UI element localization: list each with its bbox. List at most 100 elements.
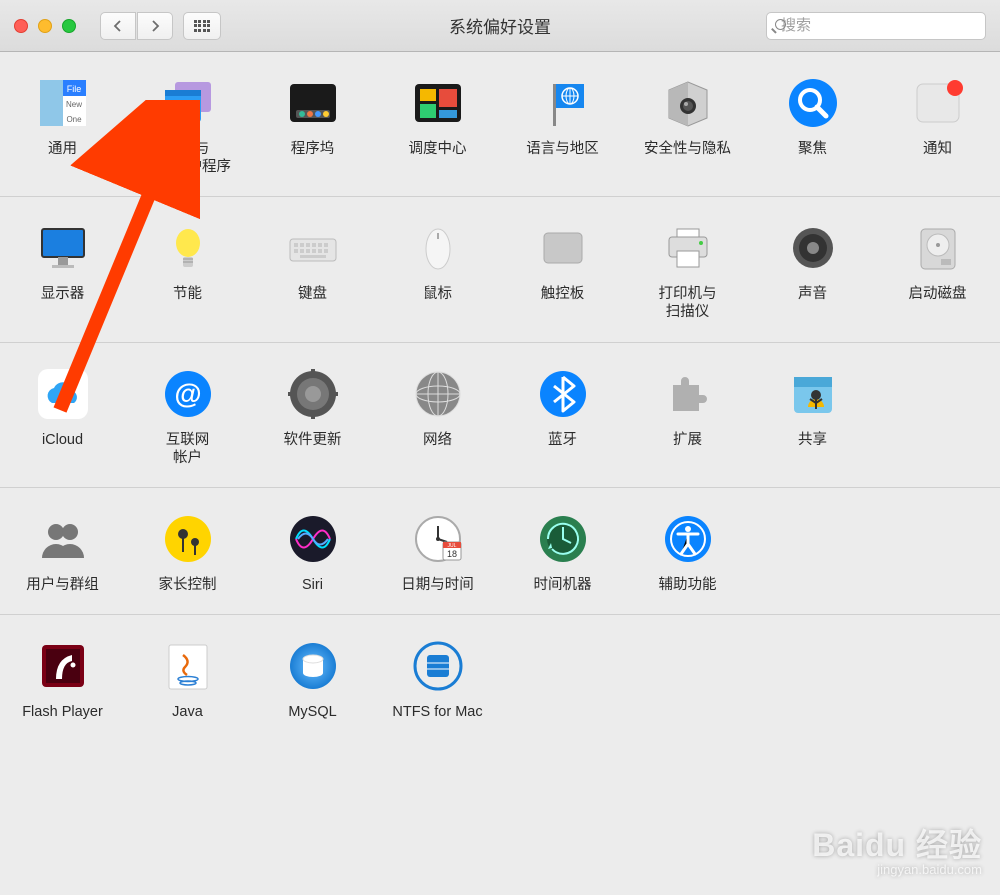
datetime-icon: JUL18 (411, 512, 465, 566)
dock-icon (286, 76, 340, 130)
svg-text:18: 18 (446, 549, 456, 559)
pref-java[interactable]: Java (125, 639, 250, 721)
software-update-icon (286, 367, 340, 421)
show-all-button[interactable] (183, 12, 221, 40)
pref-extensions[interactable]: 扩展 (625, 367, 750, 467)
prefs-row-4: 用户与群组 家长控制 Siri JUL18 日期与时间 时间机器 辅助功能 (0, 488, 1000, 615)
spotlight-icon (786, 76, 840, 130)
pref-label: 程序坞 (291, 140, 335, 158)
search-box[interactable] (766, 12, 986, 40)
pref-internet-accounts[interactable]: @ 互联网 帐户 (125, 367, 250, 467)
pref-datetime[interactable]: JUL18 日期与时间 (375, 512, 500, 594)
general-icon: File New One (36, 76, 90, 130)
pref-ntfs[interactable]: NTFS for Mac (375, 639, 500, 721)
back-button[interactable] (100, 12, 136, 40)
pref-flash[interactable]: Flash Player (0, 639, 125, 721)
minimize-button[interactable] (38, 19, 52, 33)
pref-label: iCloud (42, 431, 83, 449)
search-input[interactable] (781, 17, 980, 34)
svg-text:New: New (65, 100, 81, 109)
pref-label: 语言与地区 (526, 140, 599, 158)
close-button[interactable] (14, 19, 28, 33)
forward-button[interactable] (137, 12, 173, 40)
network-icon (411, 367, 465, 421)
pref-spotlight[interactable]: 聚焦 (750, 76, 875, 176)
pref-label: 通用 (48, 140, 77, 158)
pref-mouse[interactable]: 鼠标 (375, 221, 500, 321)
flash-icon (36, 639, 90, 693)
pref-notifications[interactable]: 通知 (875, 76, 1000, 176)
pref-label: 鼠标 (423, 285, 452, 303)
watermark-main: Baidu 经验 (812, 820, 982, 866)
pref-language[interactable]: 语言与地区 (500, 76, 625, 176)
extensions-icon (661, 367, 715, 421)
nav-buttons (100, 12, 173, 40)
pref-security[interactable]: 安全性与隐私 (625, 76, 750, 176)
printer-icon (661, 221, 715, 275)
pref-icloud[interactable]: iCloud (0, 367, 125, 467)
svg-text:@: @ (174, 378, 201, 409)
pref-network[interactable]: 网络 (375, 367, 500, 467)
accessibility-icon (661, 512, 715, 566)
pref-label: 蓝牙 (548, 431, 577, 449)
pref-label: 键盘 (298, 285, 327, 303)
pref-startup-disk[interactable]: 启动磁盘 (875, 221, 1000, 321)
pref-siri[interactable]: Siri (250, 512, 375, 594)
pref-bluetooth[interactable]: 蓝牙 (500, 367, 625, 467)
pref-label: 安全性与隐私 (644, 140, 731, 158)
trackpad-icon (536, 221, 590, 275)
pref-energy[interactable]: 节能 (125, 221, 250, 321)
svg-text:One: One (66, 115, 82, 124)
pref-label: 调度中心 (409, 140, 467, 158)
pref-keyboard[interactable]: 键盘 (250, 221, 375, 321)
svg-text:File: File (66, 84, 81, 94)
pref-label: 日期与时间 (401, 576, 474, 594)
window-controls (14, 19, 76, 33)
startup-disk-icon (911, 221, 965, 275)
pref-printers[interactable]: 打印机与 扫描仪 (625, 221, 750, 321)
pref-label: Siri (302, 576, 323, 594)
prefs-row-5: Flash Player Java MySQL NTFS for Mac (0, 615, 1000, 741)
pref-general[interactable]: File New One 通用 (0, 76, 125, 176)
pref-label: 聚焦 (798, 140, 827, 158)
notifications-icon (911, 76, 965, 130)
pref-sound[interactable]: 声音 (750, 221, 875, 321)
maximize-button[interactable] (62, 19, 76, 33)
pref-sharing[interactable]: 共享 (750, 367, 875, 467)
language-icon (536, 76, 590, 130)
icloud-icon (36, 367, 90, 421)
sound-icon (786, 221, 840, 275)
pref-users[interactable]: 用户与群组 (0, 512, 125, 594)
keyboard-icon (286, 221, 340, 275)
pref-software-update[interactable]: 软件更新 (250, 367, 375, 467)
pref-label: 时间机器 (534, 576, 592, 594)
pref-mysql[interactable]: MySQL (250, 639, 375, 721)
prefs-row-1: File New One 通用 桌面与 屏幕保护程序 (0, 52, 1000, 197)
pref-displays[interactable]: 显示器 (0, 221, 125, 321)
pref-time-machine[interactable]: 时间机器 (500, 512, 625, 594)
pref-trackpad[interactable]: 触控板 (500, 221, 625, 321)
pref-label: 通知 (923, 140, 952, 158)
siri-icon (286, 512, 340, 566)
ntfs-icon (411, 639, 465, 693)
pref-desktop[interactable]: 桌面与 屏幕保护程序 (125, 76, 250, 176)
pref-label: 启动磁盘 (909, 285, 967, 303)
bluetooth-icon (536, 367, 590, 421)
pref-label: 扩展 (673, 431, 702, 449)
pref-label: 声音 (798, 285, 827, 303)
pref-accessibility[interactable]: 辅助功能 (625, 512, 750, 594)
pref-label: Flash Player (22, 703, 103, 721)
pref-label: 节能 (173, 285, 202, 303)
pref-label: 家长控制 (159, 576, 217, 594)
grid-icon (194, 20, 211, 32)
pref-label: 网络 (423, 431, 452, 449)
pref-mission-control[interactable]: 调度中心 (375, 76, 500, 176)
mysql-icon (286, 639, 340, 693)
pref-label: NTFS for Mac (392, 703, 482, 721)
desktop-icon (161, 76, 215, 130)
displays-icon (36, 221, 90, 275)
prefs-row-2: 显示器 节能 键盘 鼠标 触控板 打印机与 扫描仪 声音 (0, 197, 1000, 342)
pref-dock[interactable]: 程序坞 (250, 76, 375, 176)
java-icon (161, 639, 215, 693)
pref-parental[interactable]: 家长控制 (125, 512, 250, 594)
